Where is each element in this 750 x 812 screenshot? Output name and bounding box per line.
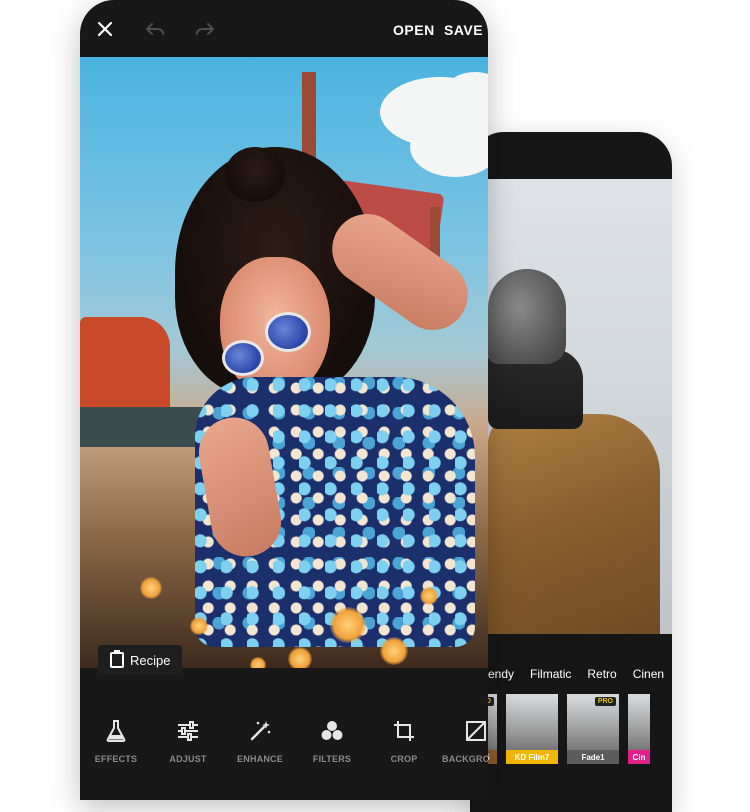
tool-label: EFFECTS (94, 754, 138, 764)
close-icon[interactable] (94, 18, 116, 40)
editing-photo (80, 57, 488, 668)
photo-subject-hat (488, 269, 566, 364)
pro-badge: PRO (594, 697, 616, 706)
tool-label: ADJUST (169, 754, 207, 764)
recipe-button[interactable]: Recipe (98, 645, 183, 675)
tool-label: FILTERS (312, 754, 352, 764)
filter-thumbnail-label: KD Film7 (506, 750, 558, 764)
redo-icon[interactable] (194, 18, 216, 40)
filter-thumbnail[interactable]: PRO Fade1 (567, 694, 619, 764)
tool-label: CROP (390, 754, 418, 764)
tool-background[interactable]: BACKGROUND (440, 718, 488, 764)
tool-crop[interactable]: CROP (368, 718, 440, 764)
tool-label: ENHANCE (237, 754, 283, 764)
filter-thumbnail-label: Fade1 (567, 750, 619, 764)
recipe-label: Recipe (130, 652, 171, 668)
undo-icon[interactable] (144, 18, 166, 40)
sliders-icon (152, 718, 224, 744)
tool-adjust[interactable]: ADJUST (152, 718, 224, 764)
filter-thumbnail[interactable]: KD Film7 (506, 694, 558, 764)
tool-filters[interactable]: FILTERS (296, 718, 368, 764)
clipboard-icon (110, 650, 124, 668)
editor-top-bar: OPEN SAVE (80, 0, 488, 57)
circles-icon (296, 718, 368, 744)
filter-thumbnail[interactable]: Cin (628, 694, 650, 764)
editor-toolbar: EFFECTS ADJUST ENHANCE FILTERS CROP BACK… (80, 700, 488, 780)
tool-label: BACKGROUND (442, 754, 488, 764)
tool-effects[interactable]: EFFECTS (80, 718, 152, 764)
editor-phone-screen: OPEN SAVE Recipe EFFECTS ADJUST ENHANCE … (80, 0, 488, 800)
filters-phone-screen: endy Filmatic Retro Cinen PRO ant5 KD Fi… (470, 132, 672, 812)
filter-preview-photo (488, 179, 672, 634)
crop-icon (368, 718, 440, 744)
filter-category-filmatic[interactable]: Filmatic (530, 667, 571, 681)
background-icon (440, 718, 488, 744)
magic-wand-icon (224, 718, 296, 744)
photo-subject-coat (488, 414, 660, 634)
save-button[interactable]: SAVE (444, 22, 483, 38)
open-button[interactable]: OPEN (393, 22, 435, 38)
filter-category-retro[interactable]: Retro (587, 667, 616, 681)
flask-icon (80, 718, 152, 744)
filter-category-cinematic[interactable]: Cinen (633, 667, 664, 681)
filter-category-bar: endy Filmatic Retro Cinen (488, 658, 672, 690)
tool-enhance[interactable]: ENHANCE (224, 718, 296, 764)
filter-category-trendy[interactable]: endy (488, 667, 514, 681)
filter-thumbnail-strip: PRO ant5 KD Film7 PRO Fade1 Cin (470, 694, 672, 764)
filter-thumbnail-label: Cin (628, 750, 650, 764)
